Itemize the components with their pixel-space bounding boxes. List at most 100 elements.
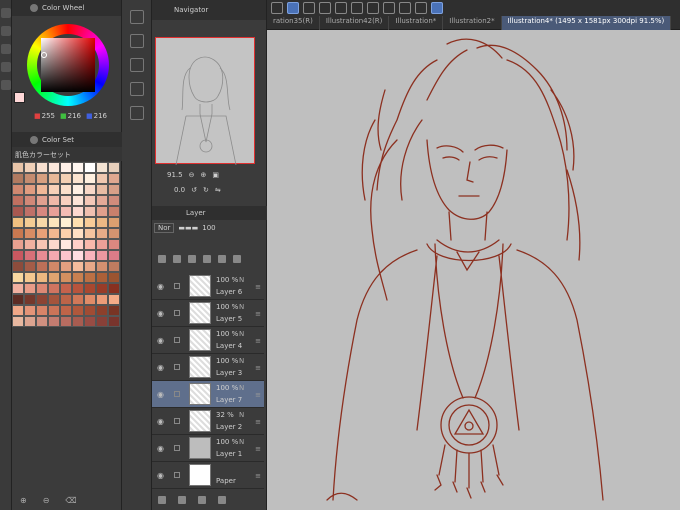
color-swatch[interactable] bbox=[60, 195, 72, 206]
new-vector-layer-icon[interactable] bbox=[173, 255, 181, 263]
drag-handle-icon[interactable]: ≡ bbox=[255, 445, 261, 453]
layer-row[interactable]: ◉ 100 % N Layer 4 ≡ bbox=[152, 327, 264, 354]
save-icon[interactable] bbox=[351, 2, 363, 14]
property-panel-icon[interactable] bbox=[130, 58, 144, 72]
color-swatch[interactable] bbox=[12, 206, 24, 217]
color-swatch[interactable] bbox=[48, 305, 60, 316]
color-swatch[interactable] bbox=[24, 239, 36, 250]
color-swatch[interactable] bbox=[12, 217, 24, 228]
zoom-value[interactable]: 91.5 bbox=[167, 171, 183, 179]
color-swatch[interactable] bbox=[84, 195, 96, 206]
color-set-selector[interactable]: 肌色カラーセット bbox=[12, 147, 122, 161]
visibility-eye-icon[interactable]: ◉ bbox=[157, 444, 164, 453]
drag-handle-icon[interactable]: ≡ bbox=[255, 472, 261, 480]
color-swatch[interactable] bbox=[36, 195, 48, 206]
color-swatch[interactable] bbox=[36, 184, 48, 195]
color-swatch[interactable] bbox=[36, 162, 48, 173]
visibility-eye-icon[interactable]: ◉ bbox=[157, 282, 164, 291]
color-swatch[interactable] bbox=[24, 305, 36, 316]
color-swatch[interactable] bbox=[12, 294, 24, 305]
color-swatch[interactable] bbox=[72, 184, 84, 195]
color-swatch[interactable] bbox=[48, 228, 60, 239]
color-swatch[interactable] bbox=[60, 316, 72, 327]
document-tab[interactable]: ration35(R) bbox=[267, 16, 320, 30]
color-swatch[interactable] bbox=[72, 173, 84, 184]
drag-handle-icon[interactable]: ≡ bbox=[255, 391, 261, 399]
color-swatch[interactable] bbox=[48, 184, 60, 195]
color-swatch[interactable] bbox=[96, 294, 108, 305]
delete-color-icon[interactable]: ⌫ bbox=[65, 496, 76, 510]
layer-property-panel-icon[interactable] bbox=[130, 106, 144, 120]
flip-horizontal-icon[interactable]: ⇋ bbox=[215, 186, 221, 194]
color-swatch[interactable] bbox=[96, 239, 108, 250]
color-swatch[interactable] bbox=[24, 184, 36, 195]
new-folder-icon[interactable] bbox=[188, 255, 196, 263]
navigator-panel-icon[interactable] bbox=[130, 10, 144, 24]
color-swatch[interactable] bbox=[36, 217, 48, 228]
color-swatch[interactable] bbox=[60, 162, 72, 173]
opacity-slider-icon[interactable]: ▬▬▬ bbox=[178, 224, 198, 232]
layer-row[interactable]: ◉ 100 % N Layer 1 ≡ bbox=[152, 435, 264, 462]
document-tab[interactable]: Illustration4* (1495 x 1581px 300dpi 91.… bbox=[501, 16, 672, 30]
color-swatch[interactable] bbox=[108, 239, 120, 250]
color-swatch[interactable] bbox=[24, 173, 36, 184]
color-swatch[interactable] bbox=[84, 316, 96, 327]
color-swatch[interactable] bbox=[60, 217, 72, 228]
color-swatch[interactable] bbox=[72, 250, 84, 261]
color-swatch[interactable] bbox=[84, 272, 96, 283]
color-swatch[interactable] bbox=[108, 184, 120, 195]
color-swatch[interactable] bbox=[36, 294, 48, 305]
zoom-in-icon[interactable]: ⊕ bbox=[200, 171, 206, 179]
visibility-eye-icon[interactable]: ◉ bbox=[157, 417, 164, 426]
color-swatch[interactable] bbox=[12, 305, 24, 316]
color-swatch[interactable] bbox=[24, 261, 36, 272]
color-swatch[interactable] bbox=[36, 305, 48, 316]
color-swatch[interactable] bbox=[48, 261, 60, 272]
color-swatch[interactable] bbox=[24, 228, 36, 239]
layer-trash-icon[interactable] bbox=[218, 496, 226, 504]
pen-tool-icon[interactable] bbox=[1, 44, 11, 54]
view-icon[interactable] bbox=[303, 2, 315, 14]
color-swatch[interactable] bbox=[36, 283, 48, 294]
color-swatch[interactable] bbox=[96, 283, 108, 294]
color-swatch[interactable] bbox=[72, 206, 84, 217]
color-swatch[interactable] bbox=[24, 195, 36, 206]
layer-lock-checkbox[interactable] bbox=[174, 364, 180, 370]
color-swatch[interactable] bbox=[48, 316, 60, 327]
undo-icon[interactable] bbox=[367, 2, 379, 14]
layer-add-icon[interactable] bbox=[158, 496, 166, 504]
drag-handle-icon[interactable]: ≡ bbox=[255, 418, 261, 426]
color-swatch[interactable] bbox=[84, 184, 96, 195]
color-swatch[interactable] bbox=[84, 283, 96, 294]
color-swatch[interactable] bbox=[108, 162, 120, 173]
color-swatch[interactable] bbox=[12, 316, 24, 327]
color-swatch[interactable] bbox=[36, 206, 48, 217]
saturation-value-square[interactable] bbox=[41, 38, 95, 92]
color-swatch[interactable] bbox=[72, 239, 84, 250]
layer-row[interactable]: ◉ 100 % N Layer 3 ≡ bbox=[152, 354, 264, 381]
color-swatch[interactable] bbox=[48, 272, 60, 283]
color-swatch[interactable] bbox=[60, 239, 72, 250]
eraser-tool-icon[interactable] bbox=[1, 80, 11, 90]
color-swatch[interactable] bbox=[36, 239, 48, 250]
rotate-right-icon[interactable]: ↻ bbox=[203, 186, 209, 194]
color-swatch[interactable] bbox=[72, 272, 84, 283]
color-swatch[interactable] bbox=[12, 195, 24, 206]
fill-icon[interactable] bbox=[415, 2, 427, 14]
color-swatch[interactable] bbox=[48, 206, 60, 217]
drag-handle-icon[interactable]: ≡ bbox=[255, 283, 261, 291]
mask-icon[interactable] bbox=[218, 255, 226, 263]
color-swatch[interactable] bbox=[84, 305, 96, 316]
layer-lock-checkbox[interactable] bbox=[174, 445, 180, 451]
new-raster-layer-icon[interactable] bbox=[158, 255, 166, 263]
navigator-tab[interactable]: Navigator bbox=[152, 0, 266, 20]
new-file-icon[interactable] bbox=[319, 2, 331, 14]
delete-layer-icon[interactable] bbox=[233, 255, 241, 263]
color-swatch[interactable] bbox=[48, 195, 60, 206]
color-swatch[interactable] bbox=[24, 217, 36, 228]
layer-lock-checkbox[interactable] bbox=[174, 472, 180, 478]
visibility-eye-icon[interactable]: ◉ bbox=[157, 390, 164, 399]
color-swatch[interactable] bbox=[24, 206, 36, 217]
color-picker-knob[interactable] bbox=[41, 52, 47, 58]
color-swatch[interactable] bbox=[96, 195, 108, 206]
